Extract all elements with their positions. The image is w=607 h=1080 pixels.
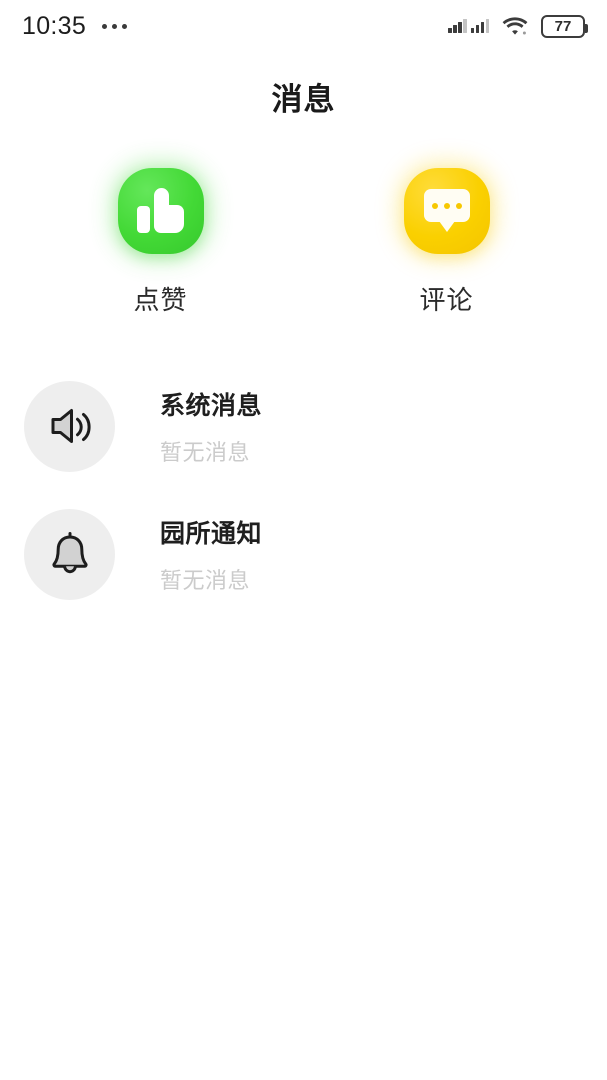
message-row-system[interactable]: 系统消息 暂无消息	[0, 362, 607, 490]
shortcut-row: 点赞 评论	[0, 168, 607, 317]
cellular-signal-icon	[448, 19, 489, 33]
shortcut-label-likes: 点赞	[133, 285, 188, 315]
message-text-notice: 园所通知 暂无消息	[160, 514, 262, 595]
status-clock: 10:35	[22, 11, 87, 40]
thumbs-up-icon	[136, 188, 185, 234]
status-bar-left: 10:35	[22, 11, 128, 41]
message-list: 系统消息 暂无消息 园所通知 暂无消息	[0, 362, 607, 618]
message-subtitle: 暂无消息	[160, 439, 251, 465]
comments-tile[interactable]	[403, 168, 490, 254]
message-title: 系统消息	[160, 391, 263, 420]
speaker-icon	[24, 380, 115, 472]
battery-icon: 77	[541, 14, 588, 38]
likes-tile[interactable]	[117, 168, 204, 254]
wifi-icon	[502, 16, 528, 36]
app-screen: 10:35 77 消息 点赞 评论 系统消息 暂无消息 园所通知 暂无消息	[0, 0, 607, 1080]
message-text-system: 系统消息 暂无消息	[160, 386, 262, 467]
battery-level: 77	[554, 17, 572, 35]
shortcut-likes[interactable]: 点赞	[117, 168, 204, 317]
message-subtitle: 暂无消息	[160, 567, 251, 593]
comment-bubble-icon	[423, 189, 470, 233]
message-row-notice[interactable]: 园所通知 暂无消息	[0, 490, 607, 618]
message-title: 园所通知	[160, 519, 263, 548]
status-bar: 10:35 77	[0, 0, 607, 52]
status-bar-right: 77	[448, 14, 588, 38]
shortcut-label-comments: 评论	[419, 285, 474, 315]
page-title: 消息	[271, 82, 336, 117]
more-dots-icon	[102, 23, 128, 29]
bell-icon	[24, 508, 115, 600]
shortcut-comments[interactable]: 评论	[403, 168, 490, 317]
